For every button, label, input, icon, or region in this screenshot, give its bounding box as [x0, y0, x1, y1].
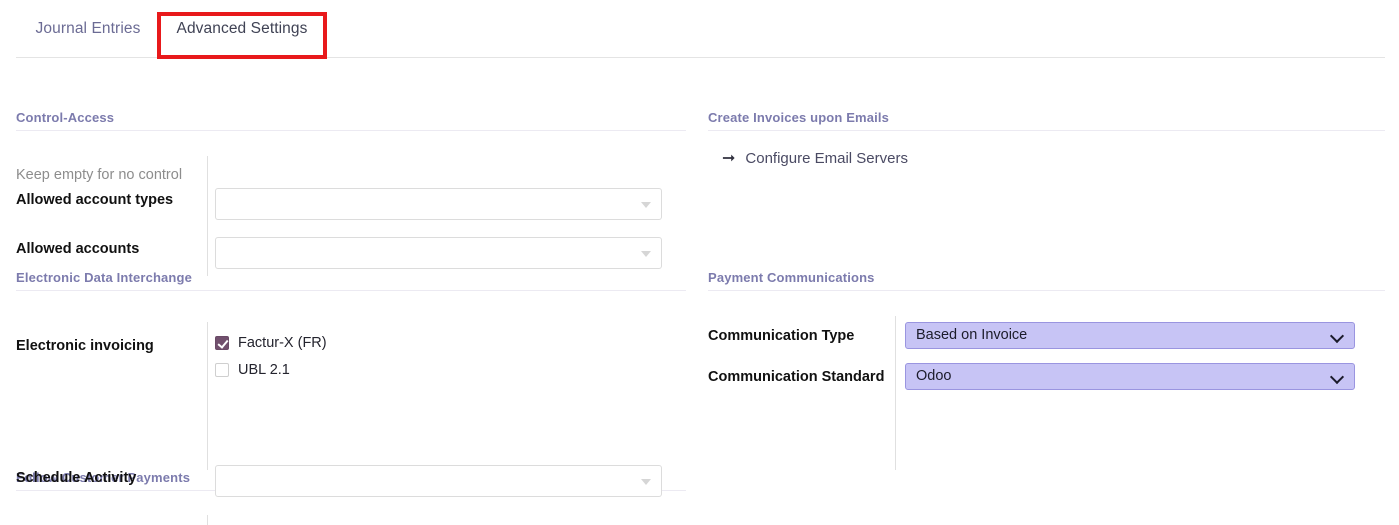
group-rule	[16, 130, 686, 131]
group-title-create-invoices-upon-emails: Create Invoices upon Emails	[708, 110, 890, 125]
checkbox-checked-icon[interactable]	[215, 336, 229, 350]
group-title-control-access: Control-Access	[16, 110, 115, 125]
settings-sheet: Control-Access Keep empty for no control…	[0, 58, 1399, 525]
group-rule	[16, 290, 686, 291]
group-electronic-data-interchange: Electronic Data Interchange	[16, 270, 686, 291]
checkbox-label-ubl: UBL 2.1	[238, 362, 290, 378]
arrow-right-icon: ➞	[722, 149, 736, 167]
input-schedule-activity[interactable]	[215, 465, 662, 497]
chevron-down-icon	[1330, 370, 1344, 384]
link-label: Configure Email Servers	[745, 150, 908, 167]
input-allowed-accounts[interactable]	[215, 237, 662, 269]
select-communication-standard[interactable]: Odoo	[905, 363, 1355, 390]
select-value: Based on Invoice	[916, 327, 1028, 343]
link-configure-email-servers[interactable]: ➞ Configure Email Servers	[722, 150, 908, 167]
group-title-edi: Electronic Data Interchange	[16, 270, 192, 285]
tab-journal-entries[interactable]: Journal Entries	[20, 0, 156, 58]
field-divider	[895, 316, 896, 470]
label-schedule-activity: Schedule Activity	[16, 470, 137, 486]
label-allowed-account-types: Allowed account types	[16, 192, 174, 208]
right-column: Create Invoices upon Emails ➞ Configure …	[700, 58, 1399, 525]
caret-down-icon	[641, 251, 651, 257]
label-communication-standard: Communication Standard	[708, 369, 885, 385]
checkbox-unchecked-icon[interactable]	[215, 363, 229, 377]
group-rule	[708, 290, 1385, 291]
group-payment-communications: Payment Communications	[708, 270, 1385, 291]
chevron-down-icon	[1330, 329, 1344, 343]
control-access-helper-text: Keep empty for no control	[16, 167, 183, 183]
checkbox-row-ubl[interactable]: UBL 2.1	[215, 362, 290, 378]
group-title-payment-communications: Payment Communications	[708, 270, 875, 285]
checkbox-row-factur-x[interactable]: Factur-X (FR)	[215, 335, 327, 351]
tab-advanced-settings[interactable]: Advanced Settings	[160, 0, 324, 58]
group-create-invoices-upon-emails: Create Invoices upon Emails	[708, 110, 1385, 131]
label-communication-type: Communication Type	[708, 328, 855, 344]
caret-down-icon	[641, 202, 651, 208]
label-allowed-accounts: Allowed accounts	[16, 241, 140, 257]
field-divider	[207, 515, 208, 525]
tab-bar: Journal Entries Advanced Settings	[0, 0, 1399, 59]
caret-down-icon	[641, 479, 651, 485]
left-column: Control-Access Keep empty for no control…	[0, 58, 700, 525]
input-allowed-account-types[interactable]	[215, 188, 662, 220]
group-control-access: Control-Access	[16, 110, 686, 131]
field-divider	[207, 156, 208, 276]
group-rule	[708, 130, 1385, 131]
select-value: Odoo	[916, 368, 952, 384]
field-divider	[207, 322, 208, 470]
checkbox-label-factur-x: Factur-X (FR)	[238, 335, 327, 351]
label-electronic-invoicing: Electronic invoicing	[16, 338, 154, 354]
select-communication-type[interactable]: Based on Invoice	[905, 322, 1355, 349]
